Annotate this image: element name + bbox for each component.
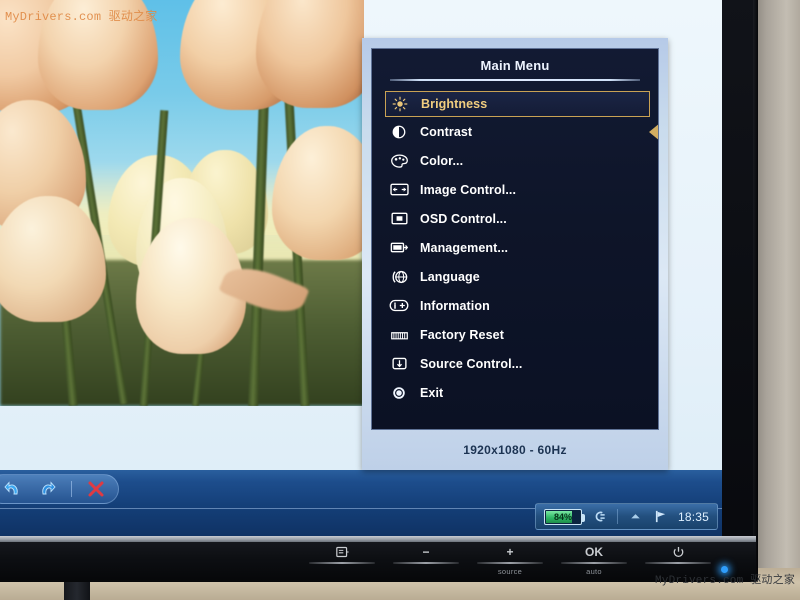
plus-icon: + [506, 545, 514, 559]
minus-icon: − [422, 545, 430, 559]
osd-main-menu[interactable]: Main Menu Brightness Contrast Color... I… [362, 38, 668, 470]
osd-item-label: OSD Control... [420, 211, 507, 226]
osd-control-icon [389, 210, 409, 228]
tulip-photograph [0, 0, 364, 406]
battery-indicator[interactable]: 84% [543, 508, 585, 525]
button-touch-strip[interactable] [309, 562, 375, 564]
tulip-flower [256, 0, 364, 108]
plus-button[interactable]: + source [468, 544, 552, 578]
screen-blue-edge-glow [722, 0, 726, 542]
osd-item-factory-reset[interactable]: Factory Reset [372, 320, 658, 349]
factory-reset-icon [389, 326, 409, 344]
app-toolbar[interactable] [0, 474, 119, 504]
osd-item-exit[interactable]: Exit [372, 378, 658, 407]
menu-button[interactable] [300, 544, 384, 578]
osd-item-language[interactable]: Language [372, 262, 658, 291]
auto-sublabel: auto [586, 567, 602, 576]
osd-item-management[interactable]: Management... [372, 233, 658, 262]
osd-title: Main Menu [480, 58, 550, 73]
show-hidden-icons-icon[interactable] [628, 509, 643, 524]
system-tray[interactable]: 84% 18:35 [534, 503, 718, 530]
ok-label: OK [585, 545, 603, 559]
osd-item-brightness[interactable]: Brightness [385, 91, 650, 117]
red-x-icon[interactable] [86, 479, 106, 499]
selection-arrow-icon [649, 123, 658, 141]
osd-item-label: Language [420, 269, 480, 284]
watermark-bottom-right: MyDrivers.com 驱动之家 [655, 575, 796, 587]
wall-right-panel [755, 0, 800, 600]
button-touch-strip[interactable] [645, 562, 711, 564]
watermark-top-left: MyDrivers.com 驱动之家 [5, 10, 158, 24]
redo-arrow-icon[interactable] [37, 479, 57, 499]
osd-item-label: Exit [420, 385, 444, 400]
exit-circle-icon [389, 384, 409, 402]
monitor-screen: 84% 18:35 Main Menu Brightness Contrast … [0, 0, 722, 536]
image-control-icon [389, 181, 409, 199]
brightness-sun-icon [390, 95, 410, 113]
source-sublabel: source [497, 567, 523, 576]
osd-item-label: Contrast [420, 124, 473, 139]
osd-item-image-control[interactable]: Image Control... [372, 175, 658, 204]
button-touch-strip[interactable] [561, 562, 627, 564]
osd-item-label: Factory Reset [420, 327, 504, 342]
network-icon[interactable] [592, 509, 607, 524]
toolbar-separator [71, 481, 72, 497]
osd-item-label: Information [420, 298, 490, 313]
clock[interactable]: 18:35 [678, 510, 709, 524]
language-globe-icon [389, 268, 409, 286]
tray-separator [616, 509, 618, 524]
osd-item-label: Image Control... [420, 182, 517, 197]
management-icon [389, 239, 409, 257]
osd-item-osd-control[interactable]: OSD Control... [372, 204, 658, 233]
osd-item-color[interactable]: Color... [372, 146, 658, 175]
bezel-gloss [753, 0, 758, 582]
menu-icon [335, 544, 349, 560]
osd-panel: Main Menu Brightness Contrast Color... I… [371, 48, 659, 430]
osd-item-information[interactable]: Information [372, 291, 658, 320]
undo-arrow-icon[interactable] [3, 479, 23, 499]
contrast-half-circle-icon [389, 123, 409, 141]
source-control-icon [389, 355, 409, 373]
monitor-stand-neck [64, 582, 90, 600]
button-touch-strip[interactable] [393, 562, 459, 564]
battery-terminal [581, 513, 585, 522]
osd-item-label: Source Control... [420, 356, 523, 371]
minus-button[interactable]: − [384, 544, 468, 578]
osd-item-label: Brightness [421, 97, 488, 111]
button-touch-strip[interactable] [477, 562, 543, 564]
action-flag-icon[interactable] [653, 509, 668, 524]
power-icon [672, 544, 685, 560]
osd-title-rule [390, 79, 640, 81]
osd-item-contrast[interactable]: Contrast [372, 117, 658, 146]
osd-item-source-control[interactable]: Source Control... [372, 349, 658, 378]
osd-item-label: Color... [420, 153, 464, 168]
osd-resolution-footer: 1920x1080 - 60Hz [463, 443, 567, 457]
color-palette-icon [389, 152, 409, 170]
ok-button[interactable]: OK auto [552, 544, 636, 578]
information-icon [389, 297, 409, 315]
battery-percent-label: 84% [553, 511, 572, 522]
osd-item-label: Management... [420, 240, 509, 255]
